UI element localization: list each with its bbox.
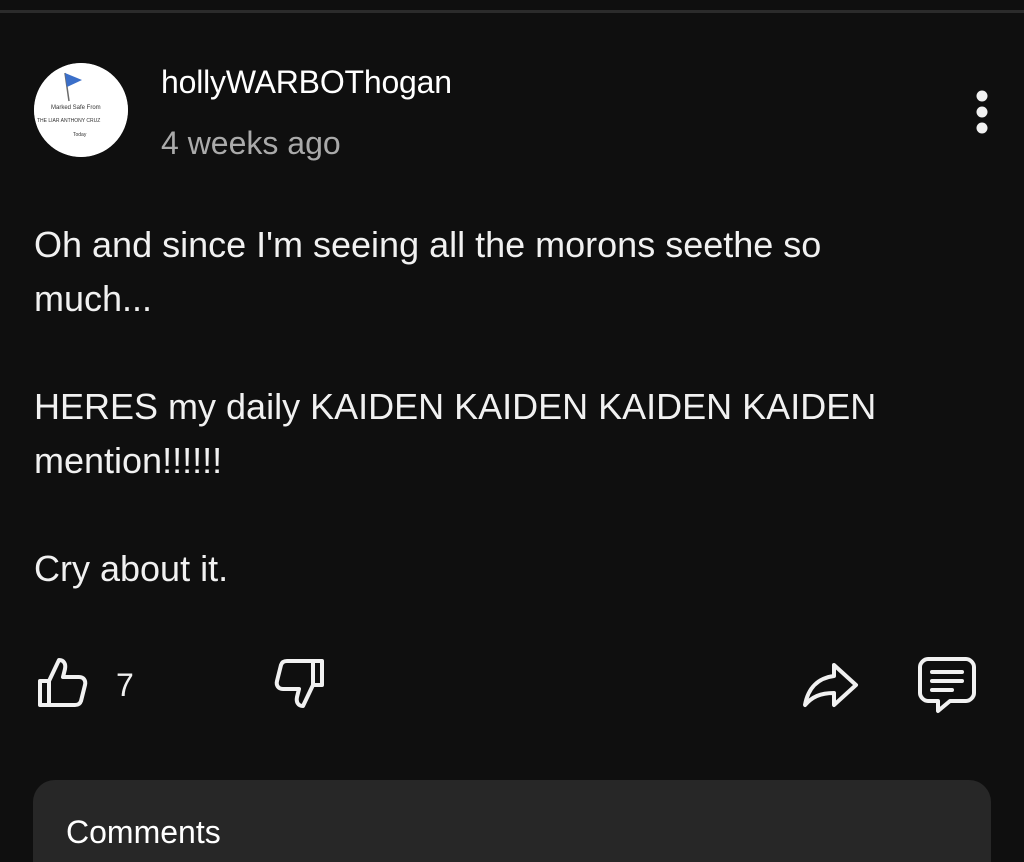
post-body: Oh and since I'm seeing all the morons s… (34, 218, 994, 596)
post-body-spacer (34, 488, 994, 542)
share-button[interactable] (800, 655, 862, 711)
top-divider (0, 10, 1024, 13)
comment-icon (918, 657, 976, 713)
post-body-line: HERES my daily KAIDEN KAIDEN KAIDEN KAID… (34, 386, 877, 427)
post-timestamp: 4 weeks ago (161, 125, 341, 161)
reply-button[interactable] (916, 653, 978, 715)
author-name[interactable]: hollyWARBOThogan (161, 64, 452, 101)
avatar-line2: THE LIAR ANTHONY CRUZ (37, 118, 100, 124)
share-icon (803, 663, 858, 707)
post-body-spacer (34, 326, 994, 380)
thumbs-up-icon (38, 658, 88, 707)
avatar[interactable]: Marked Safe From THE LIAR ANTHONY CRUZ T… (34, 63, 128, 157)
comments-panel[interactable]: Comments (33, 780, 991, 862)
post-body-line: mention!!!!!! (34, 440, 223, 481)
comment-post-page: Marked Safe From THE LIAR ANTHONY CRUZ T… (0, 0, 1024, 862)
thumbs-down-icon (274, 659, 324, 708)
avatar-line3: Today (73, 132, 87, 138)
like-count: 7 (116, 667, 134, 703)
kebab-menu-icon (976, 90, 988, 134)
post-body-line: Oh and since I'm seeing all the morons s… (34, 224, 822, 265)
comments-title: Comments (66, 814, 221, 850)
dislike-button[interactable] (272, 655, 328, 711)
avatar-line1: Marked Safe From (51, 105, 101, 111)
post-body-line: Cry about it. (34, 548, 229, 589)
post-body-line: much... (34, 278, 153, 319)
like-button[interactable] (34, 655, 90, 711)
kebab-menu-button[interactable] (962, 86, 1002, 138)
